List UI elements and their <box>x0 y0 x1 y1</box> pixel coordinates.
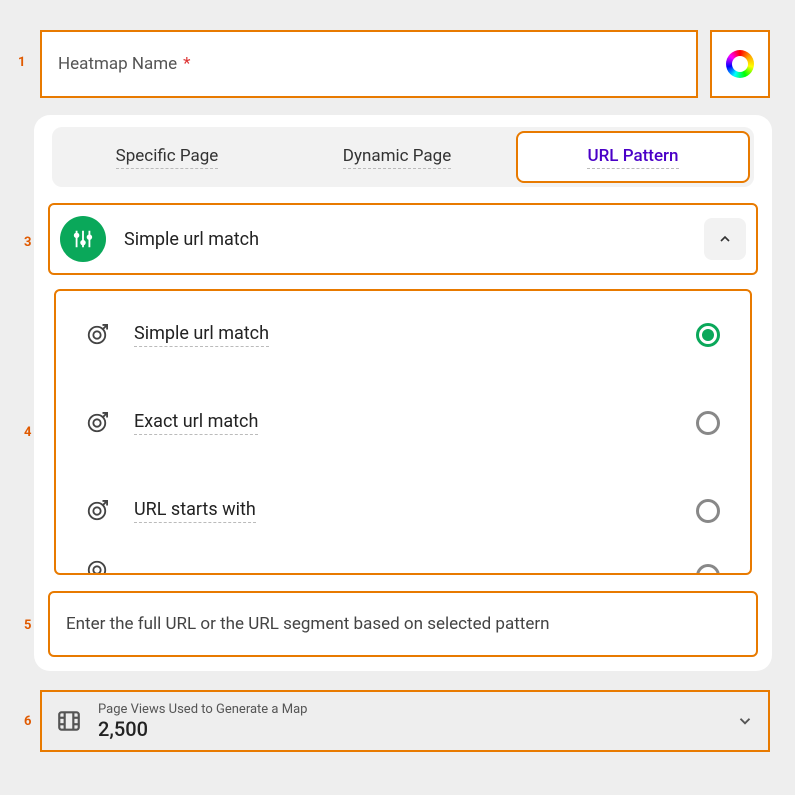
radio-selected[interactable] <box>696 323 720 347</box>
options-scroll[interactable]: Simple url match Exact url match <box>56 291 750 573</box>
match-type-dropdown[interactable]: Simple url match <box>48 203 758 275</box>
radio-unselected[interactable] <box>696 411 720 435</box>
page-type-tabs: Specific Page Dynamic Page URL Pattern <box>52 127 754 187</box>
tab-specific-page[interactable]: Specific Page <box>52 127 282 187</box>
match-type-options: Simple url match Exact url match <box>54 289 752 575</box>
heatmap-name-input[interactable]: Heatmap Name * <box>40 30 698 98</box>
required-asterisk: * <box>183 54 190 74</box>
radio-cutoff <box>696 564 720 573</box>
radio-unselected[interactable] <box>696 499 720 523</box>
page-views-value: 2,500 <box>98 717 307 741</box>
tab-url-pattern[interactable]: URL Pattern <box>516 131 750 183</box>
option-overflow[interactable] <box>86 555 720 573</box>
option-exact-url-match[interactable]: Exact url match <box>86 379 720 467</box>
option-label: URL starts with <box>134 499 256 523</box>
target-icon <box>86 500 108 522</box>
tab-label: Dynamic Page <box>343 146 451 169</box>
option-simple-url-match[interactable]: Simple url match <box>86 291 720 379</box>
target-icon <box>86 559 108 573</box>
tab-label: Specific Page <box>116 146 219 169</box>
sliders-icon <box>60 216 106 262</box>
color-picker-button[interactable] <box>710 30 770 98</box>
target-icon <box>86 412 108 434</box>
marker-1: 1 <box>18 55 25 70</box>
marker-4: 4 <box>24 425 31 440</box>
chevron-up-icon <box>704 218 746 260</box>
marker-3: 3 <box>24 235 31 250</box>
url-placeholder: Enter the full URL or the URL segment ba… <box>66 614 550 634</box>
tab-dynamic-page[interactable]: Dynamic Page <box>282 127 512 187</box>
option-url-starts-with[interactable]: URL starts with <box>86 467 720 555</box>
page-views-label: Page Views Used to Generate a Map <box>98 702 307 717</box>
dropdown-selected-label: Simple url match <box>124 229 259 250</box>
marker-5: 5 <box>24 618 31 633</box>
option-label: Simple url match <box>134 323 269 347</box>
film-icon <box>56 708 82 734</box>
option-label: Exact url match <box>134 411 258 435</box>
tab-label: URL Pattern <box>587 146 678 169</box>
config-panel: Specific Page Dynamic Page URL Pattern S… <box>34 115 772 671</box>
marker-6: 6 <box>24 714 31 729</box>
chevron-down-icon <box>736 712 754 730</box>
target-icon <box>86 324 108 346</box>
url-pattern-input[interactable]: Enter the full URL or the URL segment ba… <box>48 591 758 657</box>
page-views-selector[interactable]: Page Views Used to Generate a Map 2,500 <box>40 690 770 752</box>
color-wheel-icon <box>726 50 754 78</box>
heatmap-name-label: Heatmap Name <box>58 54 177 74</box>
